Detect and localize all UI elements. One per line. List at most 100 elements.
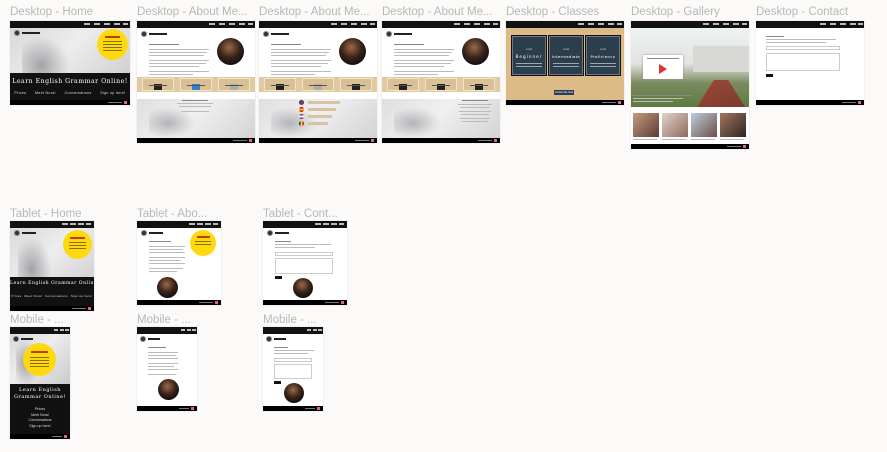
portrait-photo: [284, 383, 304, 403]
gallery-photo[interactable]: [633, 113, 659, 137]
logo-text: [274, 338, 286, 340]
hero-title: Learn English Grammar Online!: [10, 281, 94, 286]
logo-icon[interactable]: [140, 336, 146, 342]
frame-desktop-about-3[interactable]: [382, 21, 500, 143]
gallery-photo[interactable]: [662, 113, 688, 137]
frame-desktop-contact[interactable]: [756, 21, 864, 105]
flag-ro-icon: [299, 121, 304, 126]
link-conversations[interactable]: Conversations: [45, 294, 68, 298]
promo-circle[interactable]: [190, 230, 216, 256]
label-mobile-contact[interactable]: Mobile - ...: [263, 314, 323, 327]
link-prices[interactable]: Prices: [11, 294, 21, 298]
logo-text: [22, 32, 40, 34]
promo-circle[interactable]: [23, 343, 56, 376]
label-tablet-contact[interactable]: Tablet - Cont...: [263, 208, 347, 221]
frame-desktop-classes[interactable]: Level Beginner Level Intermediate Level …: [506, 21, 624, 105]
contact-message-field[interactable]: [275, 258, 333, 274]
label-mobile-about[interactable]: Mobile - ...: [137, 314, 197, 327]
label-mobile-home[interactable]: Mobile - ...: [10, 314, 70, 327]
logo-text: [394, 33, 412, 35]
bg-image: [259, 99, 377, 139]
nav-bar: [137, 221, 221, 228]
class-level-title: Proficiency: [590, 54, 616, 59]
logo-icon[interactable]: [141, 31, 147, 37]
label-desktop-contact[interactable]: Desktop - Contact: [756, 6, 876, 19]
nav-bar: [506, 21, 624, 28]
nav-bar: [756, 21, 864, 28]
contact-me-button[interactable]: Contact Me Now: [554, 90, 574, 95]
link-signup[interactable]: Sign up here!: [10, 424, 70, 430]
nav-bar: [259, 21, 377, 28]
frame-mobile-about[interactable]: [137, 327, 197, 411]
play-icon[interactable]: [659, 64, 667, 74]
gallery-photo[interactable]: [691, 113, 717, 137]
class-card-intermediate[interactable]: Level Intermediate: [548, 35, 584, 76]
frame-mobile-contact[interactable]: [263, 327, 323, 411]
class-card-proficiency[interactable]: Level Proficiency: [585, 35, 621, 76]
logo-icon[interactable]: [267, 230, 273, 236]
label-desktop-gallery[interactable]: Desktop - Gallery: [631, 6, 749, 19]
link-conversations[interactable]: Conversations: [65, 91, 92, 95]
link-signup[interactable]: Sign up here!: [71, 294, 93, 298]
class-card-beginner[interactable]: Level Beginner: [511, 35, 547, 76]
logo-text: [22, 232, 36, 234]
logo-icon[interactable]: [386, 31, 392, 37]
link-prices[interactable]: Prices: [14, 91, 26, 95]
submit-button[interactable]: [275, 276, 282, 279]
footer: [756, 100, 864, 105]
submit-button[interactable]: [274, 381, 281, 384]
label-desktop-classes[interactable]: Desktop - Classes: [506, 6, 624, 19]
frame-desktop-gallery[interactable]: [631, 21, 749, 149]
frame-tablet-contact[interactable]: [263, 221, 347, 305]
portrait-photo: [157, 277, 178, 298]
footer: [10, 100, 130, 105]
logo-icon[interactable]: [14, 230, 20, 236]
label-desktop-about-1[interactable]: Desktop - About Me...: [137, 6, 255, 19]
hero-title-line1: Learn English: [18, 387, 61, 393]
contact-name-field[interactable]: [275, 252, 333, 256]
nav-bar: [10, 21, 130, 28]
frame-desktop-about-2[interactable]: [259, 21, 377, 143]
label-tablet-home[interactable]: Tablet - Home: [10, 208, 82, 221]
gallery-photo[interactable]: [720, 113, 746, 137]
flag-es-icon: [299, 107, 304, 112]
link-meet[interactable]: Meet Nora!: [35, 91, 56, 95]
logo-icon[interactable]: [263, 31, 269, 37]
logo-icon[interactable]: [141, 230, 147, 236]
hero-band: Learn English Grammar Online! Prices Mee…: [10, 277, 94, 306]
logo-icon[interactable]: [14, 30, 20, 36]
frame-tablet-home[interactable]: Learn English Grammar Online! Prices Mee…: [10, 221, 94, 311]
footer: [10, 434, 70, 439]
contact-message-field[interactable]: [766, 53, 840, 71]
link-meet[interactable]: Meet Nora!: [24, 294, 42, 298]
contact-name-field[interactable]: [766, 46, 840, 50]
footer: [382, 138, 500, 143]
contact-name-field[interactable]: [274, 358, 312, 362]
submit-button[interactable]: [766, 74, 773, 77]
logo-text: [21, 338, 33, 340]
logo-text: [275, 232, 289, 234]
label-desktop-home[interactable]: Desktop - Home: [10, 6, 128, 19]
footer: [137, 406, 197, 411]
logo-icon[interactable]: [13, 336, 19, 342]
portrait-photo: [293, 278, 313, 298]
footer: [137, 300, 221, 305]
label-desktop-about-3[interactable]: Desktop - About Me...: [382, 6, 500, 19]
bg-image: [137, 99, 255, 139]
promo-circle[interactable]: [63, 230, 92, 259]
link-signup[interactable]: Sign up here!: [100, 91, 125, 95]
label-desktop-about-2[interactable]: Desktop - About Me...: [259, 6, 377, 19]
frame-tablet-about[interactable]: [137, 221, 221, 305]
logo-icon[interactable]: [266, 336, 272, 342]
contact-message-field[interactable]: [274, 364, 312, 379]
frame-desktop-about-1[interactable]: [137, 21, 255, 143]
promo-circle[interactable]: [97, 29, 128, 60]
frame-desktop-home[interactable]: Learn English Grammar Online! Prices Mee…: [10, 21, 130, 105]
language-bar: [308, 108, 336, 111]
bg-image: [382, 99, 500, 139]
video-player[interactable]: [643, 55, 683, 79]
label-tablet-about[interactable]: Tablet - Abo...: [137, 208, 221, 221]
footer: [263, 300, 347, 305]
hero-links: Prices Meet Nora! Conversations Sign up …: [10, 407, 70, 429]
frame-mobile-home[interactable]: Learn English Grammar Online! Prices Mee…: [10, 327, 70, 439]
